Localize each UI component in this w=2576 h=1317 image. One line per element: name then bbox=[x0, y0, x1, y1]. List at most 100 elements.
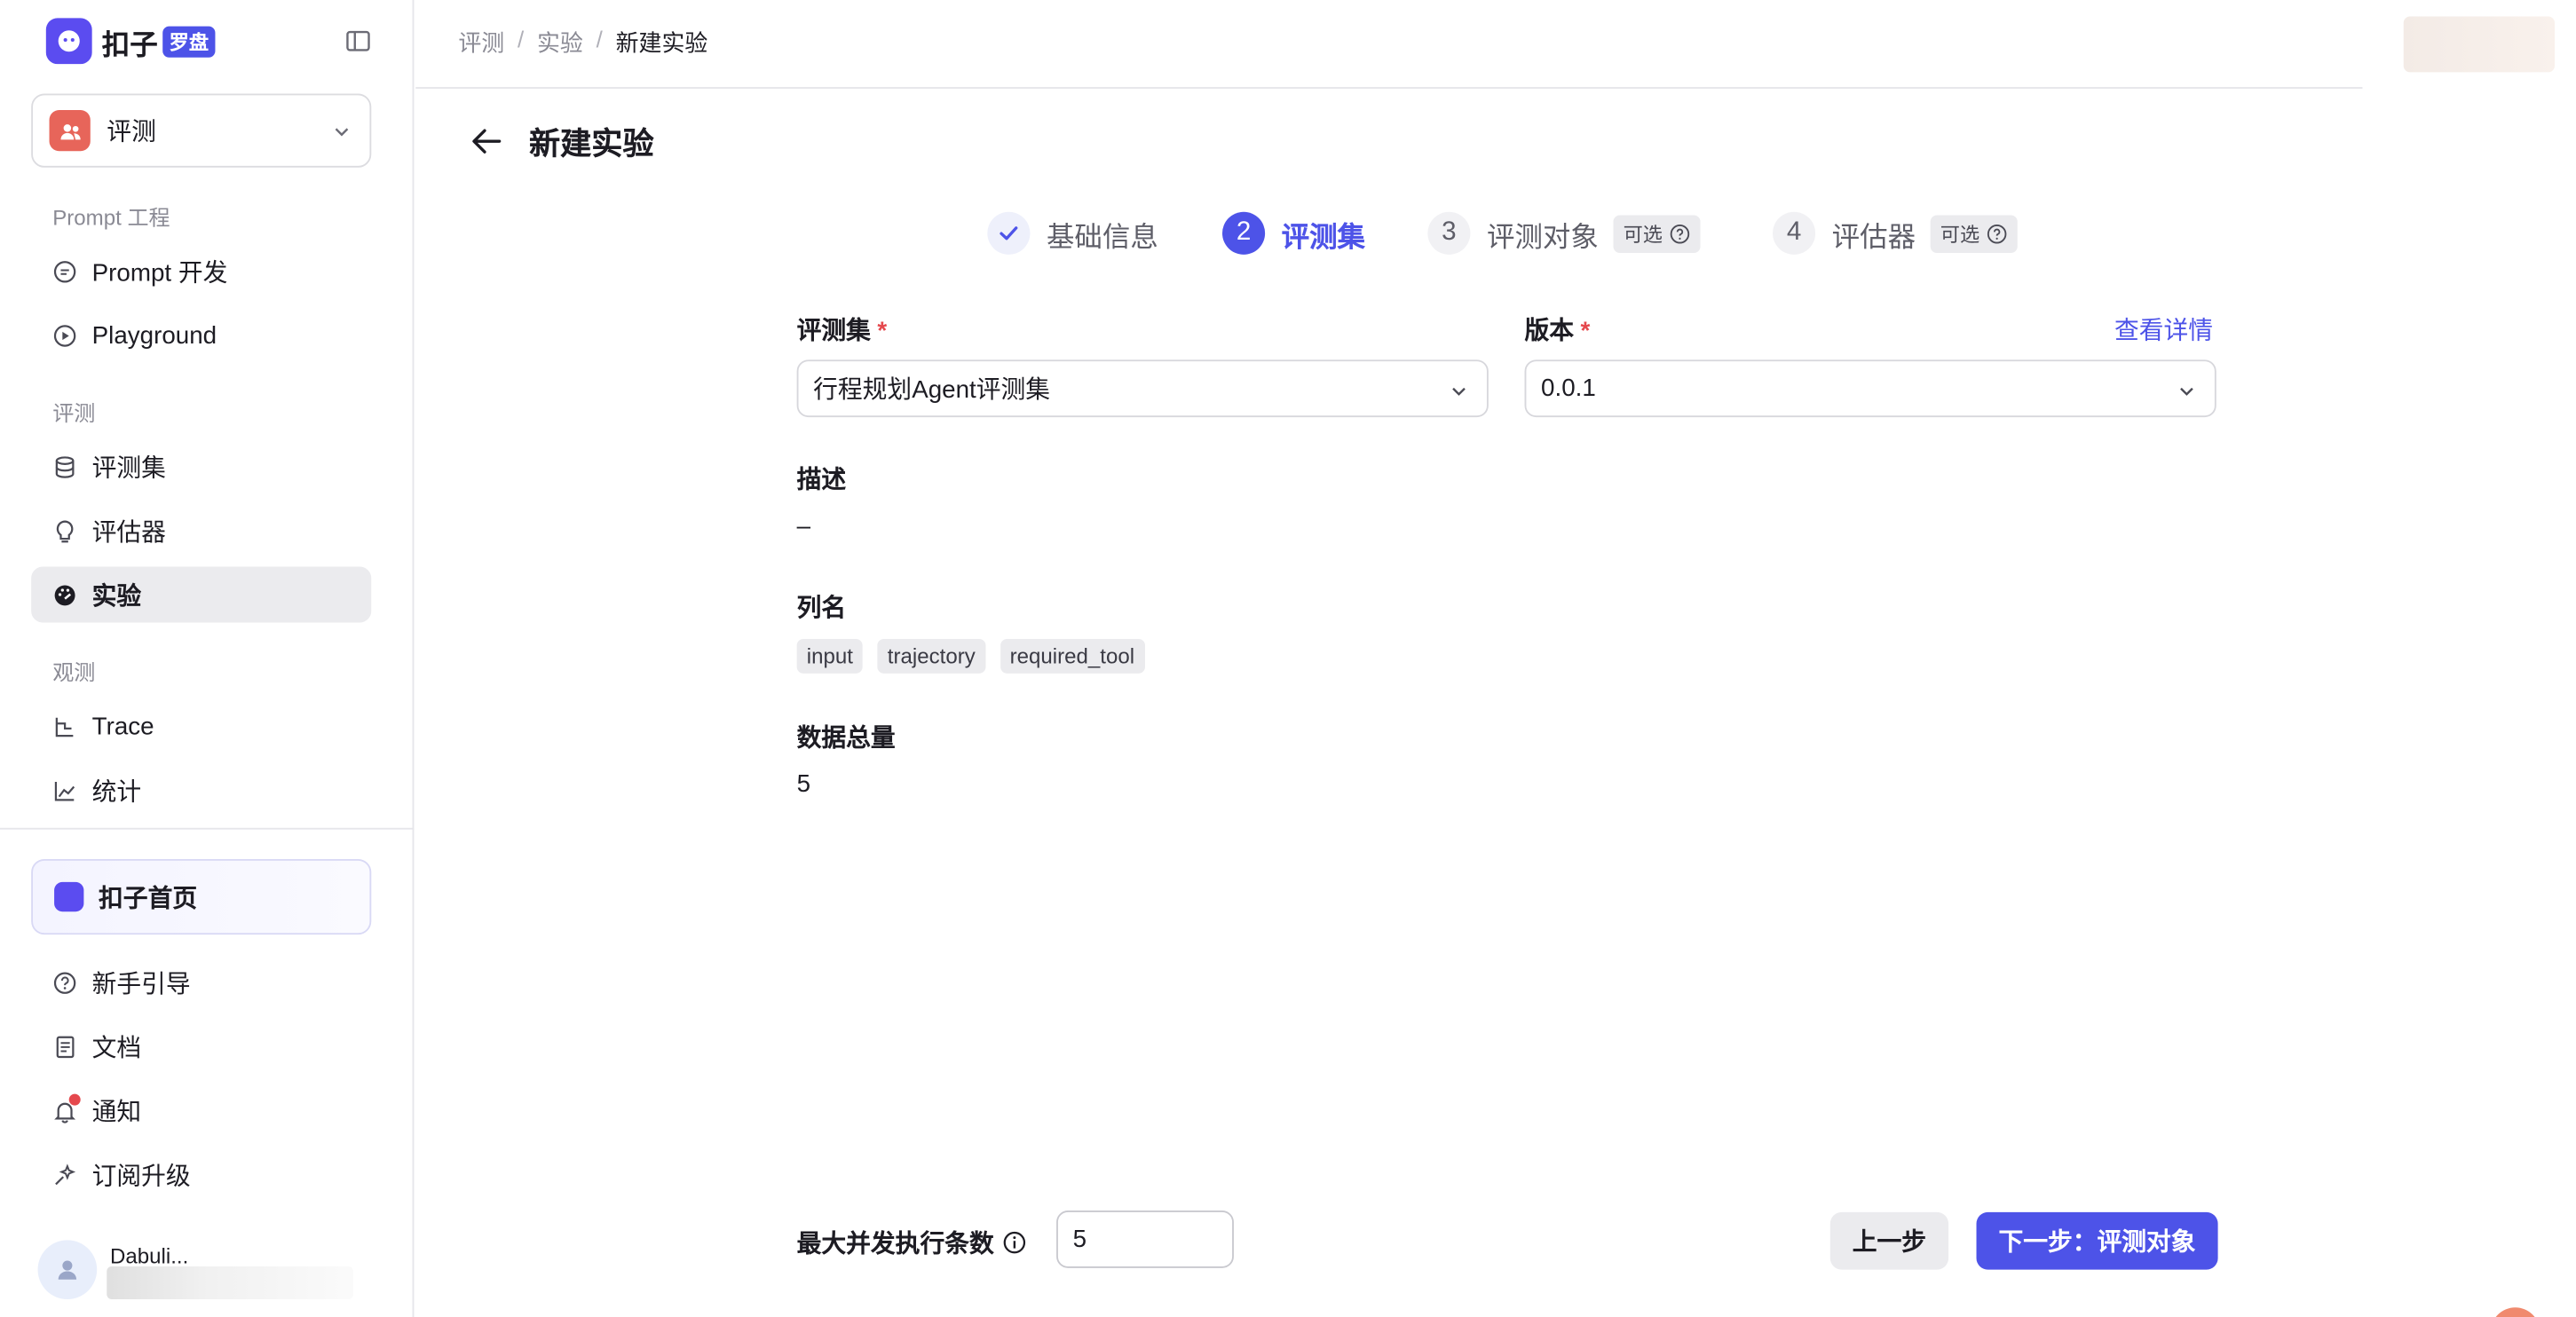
breadcrumb: 评测 / 实验 / 新建实验 bbox=[458, 27, 707, 59]
coze-home-button[interactable]: 扣子首页 bbox=[31, 858, 372, 935]
gauge-icon bbox=[52, 582, 77, 607]
required-mark: * bbox=[877, 317, 888, 345]
total-count-value: 5 bbox=[796, 770, 811, 799]
breadcrumb-separator: / bbox=[596, 26, 603, 53]
step-label: 评估器 bbox=[1831, 220, 1916, 253]
sidebar-divider bbox=[0, 827, 415, 830]
trace-icon bbox=[52, 714, 77, 738]
question-circle-icon bbox=[52, 970, 77, 995]
user-profile[interactable]: Dabuli... bbox=[37, 1240, 367, 1305]
version-field-label: 版本 * bbox=[1525, 312, 1591, 347]
sidebar-item-label: 新手引导 bbox=[91, 969, 191, 998]
top-bar: 评测 / 实验 / 新建实验 bbox=[415, 0, 2363, 89]
prev-step-button[interactable]: 上一步 bbox=[1829, 1211, 1949, 1270]
sidebar-item-label: 通知 bbox=[91, 1098, 142, 1126]
sidebar-item-label: Trace bbox=[91, 712, 154, 740]
help-icon bbox=[1670, 224, 1690, 243]
column-tag: trajectory bbox=[877, 638, 985, 674]
step-number: 2 bbox=[1221, 211, 1266, 255]
sidebar-collapse-icon[interactable] bbox=[345, 28, 372, 54]
breadcrumb-item-current: 新建实验 bbox=[615, 29, 708, 56]
database-icon bbox=[52, 454, 77, 479]
sidebar-item-stats[interactable]: 统计 bbox=[31, 762, 371, 818]
step-label: 评测集 bbox=[1281, 220, 1366, 253]
header-account-blurred[interactable] bbox=[2403, 16, 2555, 73]
stepper: 基础信息 2 评测集 3 评测对象 可选 4 评估器 可选 bbox=[0, 210, 2576, 256]
next-step-button[interactable]: 下一步：评测对象 bbox=[1976, 1211, 2218, 1270]
step-eval-target[interactable]: 3 评测对象 可选 bbox=[1427, 210, 1701, 256]
sidebar-item-datasets[interactable]: 评测集 bbox=[31, 438, 371, 494]
sidebar-item-onboarding[interactable]: 新手引导 bbox=[31, 954, 371, 1010]
view-details-link[interactable]: 查看详情 bbox=[2114, 312, 2213, 347]
play-circle-icon bbox=[52, 323, 77, 348]
optional-tag: 可选 bbox=[1930, 214, 2018, 253]
user-name: Dabuli... bbox=[110, 1243, 189, 1268]
chevron-down-icon bbox=[2177, 380, 2196, 407]
breadcrumb-item-eval[interactable]: 评测 bbox=[458, 27, 504, 59]
optional-tag: 可选 bbox=[1613, 214, 1701, 253]
coze-logo-icon bbox=[45, 18, 92, 65]
columns-tag-list: input trajectory required_tool bbox=[796, 638, 1145, 674]
version-label: 版本 bbox=[1524, 317, 1575, 345]
version-select[interactable]: 0.0.1 bbox=[1524, 359, 2216, 418]
sidebar-item-experiments[interactable]: 实验 bbox=[31, 566, 372, 623]
column-tag: required_tool bbox=[1000, 638, 1145, 674]
step-basic-info[interactable]: 基础信息 bbox=[987, 210, 1158, 256]
sparkle-icon bbox=[52, 1162, 77, 1187]
breadcrumb-item-experiments[interactable]: 实验 bbox=[537, 27, 583, 59]
step-evaluators[interactable]: 4 评估器 可选 bbox=[1773, 210, 2018, 256]
description-label: 描述 bbox=[796, 466, 847, 495]
sidebar-item-docs[interactable]: 文档 bbox=[31, 1018, 371, 1074]
sidebar-item-evaluators[interactable]: 评估器 bbox=[31, 502, 371, 558]
brand-name: 扣子 bbox=[101, 28, 158, 60]
dataset-label: 评测集 bbox=[796, 317, 871, 345]
total-count-label: 数据总量 bbox=[796, 724, 896, 753]
back-arrow-icon[interactable] bbox=[470, 125, 502, 158]
coze-home-icon bbox=[54, 881, 84, 912]
step-number: 3 bbox=[1427, 211, 1471, 255]
sidebar-item-trace[interactable]: Trace bbox=[31, 698, 371, 754]
dataset-select-value: 行程规划Agent评测集 bbox=[813, 375, 1051, 405]
bell-icon bbox=[52, 1092, 81, 1123]
concurrency-input[interactable]: 5 bbox=[1056, 1211, 1234, 1268]
step-label: 基础信息 bbox=[1046, 220, 1158, 253]
chevron-down-icon bbox=[1449, 380, 1468, 407]
chat-bubble-icon bbox=[52, 259, 77, 284]
dataset-select[interactable]: 行程规划Agent评测集 bbox=[796, 359, 1489, 418]
info-icon[interactable] bbox=[1002, 1230, 1027, 1255]
user-avatar-icon bbox=[37, 1240, 98, 1299]
brand-logo[interactable]: 扣子 罗盘 bbox=[45, 18, 216, 65]
columns-label: 列名 bbox=[796, 594, 847, 623]
chevron-down-icon bbox=[332, 120, 352, 149]
coze-home-label: 扣子首页 bbox=[99, 884, 198, 913]
sidebar-item-playground[interactable]: Playground bbox=[31, 307, 371, 363]
sidebar-item-upgrade[interactable]: 订阅升级 bbox=[31, 1147, 371, 1203]
sidebar-item-label: 评估器 bbox=[91, 517, 166, 547]
version-select-value: 0.0.1 bbox=[1541, 374, 1596, 403]
check-icon bbox=[987, 211, 1031, 255]
step-dataset[interactable]: 2 评测集 bbox=[1221, 210, 1366, 256]
concurrency-label-text: 最大并发执行条数 bbox=[796, 1230, 994, 1258]
nav-group-observe: 观测 bbox=[52, 660, 96, 685]
required-mark: * bbox=[1580, 317, 1591, 345]
sidebar-item-label: Prompt 开发 bbox=[91, 258, 228, 287]
optional-tag-label: 可选 bbox=[1623, 222, 1663, 246]
sidebar-item-label: 文档 bbox=[91, 1034, 142, 1062]
page-title: 新建实验 bbox=[528, 128, 654, 163]
space-selector[interactable]: 评测 bbox=[31, 93, 372, 168]
notification-badge bbox=[68, 1092, 81, 1105]
sidebar-item-label: 实验 bbox=[91, 582, 142, 611]
nav-group-eval: 评测 bbox=[52, 400, 96, 426]
user-info-blurred bbox=[107, 1266, 353, 1299]
step-number: 4 bbox=[1773, 211, 1816, 255]
space-name: 评测 bbox=[107, 118, 156, 146]
dataset-field-label: 评测集 * bbox=[797, 312, 888, 347]
sidebar: 扣子 罗盘 评测 Prompt 工程 Prompt 开发 Playground … bbox=[0, 0, 415, 1317]
brand-badge: 罗盘 bbox=[162, 25, 216, 57]
help-icon bbox=[1987, 224, 2007, 243]
step-label: 评测对象 bbox=[1486, 220, 1599, 253]
column-tag: input bbox=[796, 638, 864, 674]
sidebar-item-notifications[interactable]: 通知 bbox=[31, 1083, 371, 1139]
bulb-icon bbox=[52, 518, 77, 543]
floating-assistant-button[interactable] bbox=[2490, 1307, 2540, 1317]
